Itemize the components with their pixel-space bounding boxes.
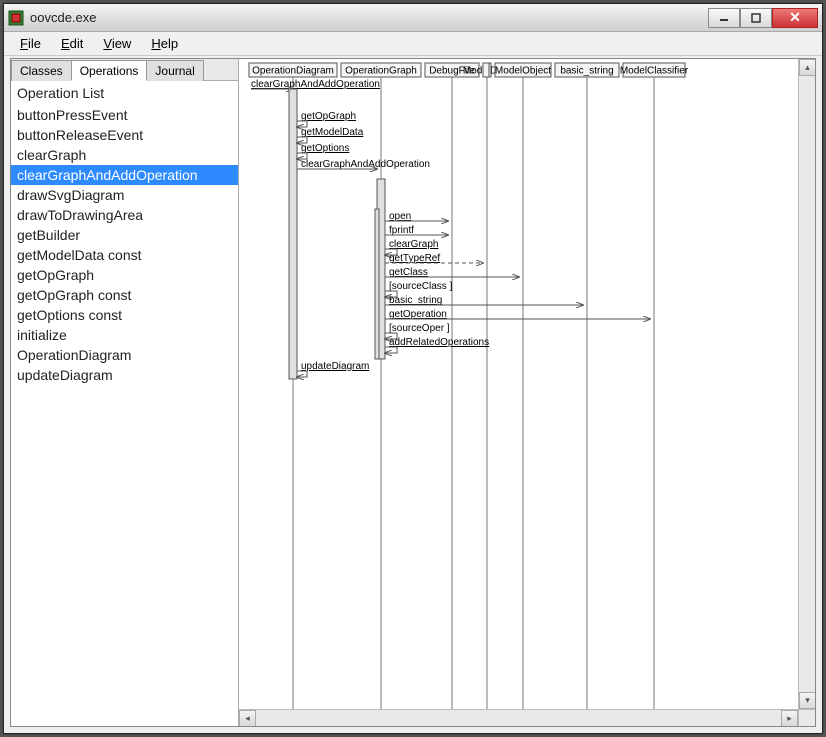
list-item[interactable]: drawSvgDiagram bbox=[11, 185, 238, 205]
list-item[interactable]: initialize bbox=[11, 325, 238, 345]
svg-text:[sourceClass ]: [sourceClass ] bbox=[389, 281, 453, 292]
svg-text:basic_string: basic_string bbox=[560, 66, 613, 77]
scroll-down-button[interactable]: ▾ bbox=[799, 692, 815, 709]
list-item[interactable]: clearGraph bbox=[11, 145, 238, 165]
menu-view[interactable]: View bbox=[93, 34, 141, 53]
app-icon bbox=[8, 10, 24, 26]
list-item[interactable]: buttonReleaseEvent bbox=[11, 125, 238, 145]
minimize-button[interactable] bbox=[708, 8, 740, 28]
svg-text:getModelData: getModelData bbox=[301, 127, 364, 138]
svg-text:[sourceOper ]: [sourceOper ] bbox=[389, 323, 450, 334]
app-window: oovcde.exe ✕ File Edit View Help Classes… bbox=[3, 3, 823, 734]
left-pane: Classes Operations Journal Operation Lis… bbox=[11, 59, 239, 726]
tab-strip: Classes Operations Journal bbox=[11, 59, 238, 81]
scroll-right-button[interactable]: ▸ bbox=[781, 710, 798, 726]
svg-text:clearGraphAndAddOperation: clearGraphAndAddOperation bbox=[301, 159, 430, 170]
sequence-diagram[interactable]: OperationDiagramOperationGraphDebugFileM… bbox=[239, 59, 814, 719]
vertical-scrollbar[interactable]: ▴ ▾ bbox=[798, 59, 815, 709]
svg-text:getTypeRef: getTypeRef bbox=[389, 253, 440, 264]
svg-text:getClass: getClass bbox=[389, 267, 428, 278]
list-item[interactable]: buttonPressEvent bbox=[11, 105, 238, 125]
list-item[interactable]: getOptions const bbox=[11, 305, 238, 325]
svg-text:getOperation: getOperation bbox=[389, 309, 447, 320]
close-button[interactable]: ✕ bbox=[772, 8, 818, 28]
list-item[interactable]: updateDiagram bbox=[11, 365, 238, 385]
titlebar[interactable]: oovcde.exe ✕ bbox=[4, 4, 822, 32]
horizontal-scrollbar[interactable]: ◂ ▸ bbox=[239, 709, 815, 726]
menubar: File Edit View Help bbox=[4, 32, 822, 56]
maximize-button[interactable] bbox=[740, 8, 772, 28]
diagram-pane[interactable]: OperationDiagramOperationGraphDebugFileM… bbox=[239, 59, 815, 726]
scroll-left-button[interactable]: ◂ bbox=[239, 710, 256, 726]
menu-edit[interactable]: Edit bbox=[51, 34, 93, 53]
svg-text:OperationDiagram: OperationDiagram bbox=[252, 66, 334, 77]
window-title: oovcde.exe bbox=[30, 10, 708, 25]
svg-text:ModelObject: ModelObject bbox=[495, 66, 551, 77]
svg-text:fprintf: fprintf bbox=[389, 225, 414, 236]
scroll-corner bbox=[798, 709, 815, 726]
tab-journal[interactable]: Journal bbox=[146, 60, 203, 81]
list-item[interactable]: OperationDiagram bbox=[11, 345, 238, 365]
svg-text:basic_string: basic_string bbox=[389, 295, 442, 306]
menu-help[interactable]: Help bbox=[141, 34, 188, 53]
svg-text:open: open bbox=[389, 211, 411, 222]
operation-list[interactable]: buttonPressEventbuttonReleaseEventclearG… bbox=[11, 105, 238, 726]
list-item[interactable]: getOpGraph const bbox=[11, 285, 238, 305]
menu-file[interactable]: File bbox=[10, 34, 51, 53]
list-item[interactable]: clearGraphAndAddOperation bbox=[11, 165, 238, 185]
list-item[interactable]: getModelData const bbox=[11, 245, 238, 265]
svg-text:addRelatedOperations: addRelatedOperations bbox=[389, 337, 489, 348]
svg-text:clearGraphAndAddOperation: clearGraphAndAddOperation bbox=[251, 79, 380, 90]
svg-text:getOpGraph: getOpGraph bbox=[301, 111, 356, 122]
svg-text:clearGraph: clearGraph bbox=[389, 239, 438, 250]
list-item[interactable]: drawToDrawingArea bbox=[11, 205, 238, 225]
list-item[interactable]: getOpGraph bbox=[11, 265, 238, 285]
svg-text:getOptions: getOptions bbox=[301, 143, 349, 154]
oplist-header: Operation List bbox=[11, 81, 238, 105]
scroll-up-button[interactable]: ▴ bbox=[799, 59, 815, 76]
client-area: Classes Operations Journal Operation Lis… bbox=[10, 58, 816, 727]
svg-text:ModelClassifier: ModelClassifier bbox=[620, 66, 689, 77]
svg-text:OperationGraph: OperationGraph bbox=[345, 66, 417, 77]
list-item[interactable]: getBuilder bbox=[11, 225, 238, 245]
tab-classes[interactable]: Classes bbox=[11, 60, 72, 81]
tab-operations[interactable]: Operations bbox=[71, 60, 148, 81]
svg-text:updateDiagram: updateDiagram bbox=[301, 361, 369, 372]
